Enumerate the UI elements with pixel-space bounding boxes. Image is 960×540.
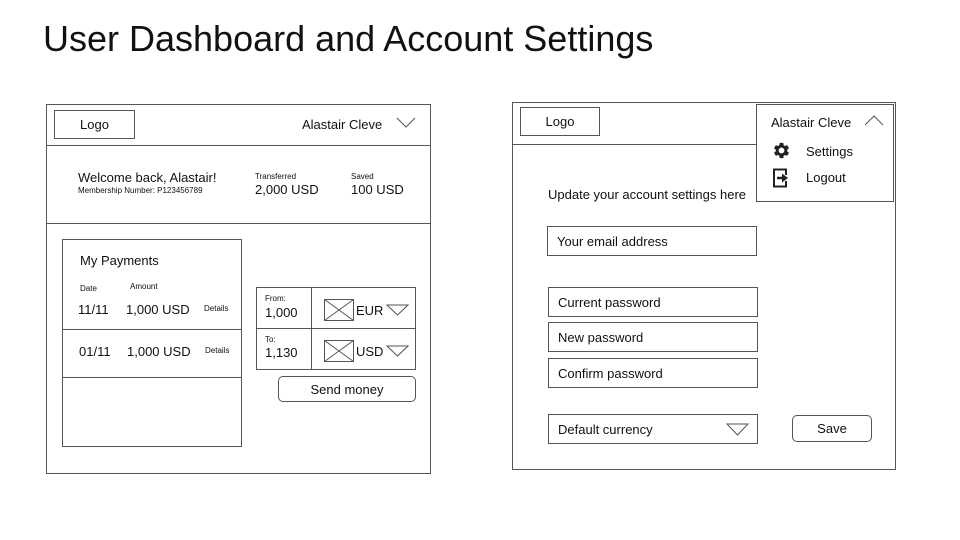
gear-icon: [774, 142, 789, 159]
converter-column-divider: [311, 287, 312, 370]
payments-panel: [62, 239, 242, 447]
default-currency-label: Default currency: [558, 421, 653, 437]
dropdown-arrow-icon[interactable]: [726, 423, 749, 436]
chevron-down-icon[interactable]: [396, 117, 416, 129]
payment-details-link[interactable]: Details: [204, 304, 228, 313]
from-amount-input[interactable]: 1,000: [265, 305, 298, 320]
welcome-text: Welcome back, Alastair!: [78, 170, 217, 185]
settings-heading: Update your account settings here: [548, 187, 747, 202]
flag-placeholder-icon: [324, 340, 354, 362]
welcome-divider: [46, 223, 431, 224]
payment-amount: 1,000 USD: [126, 302, 190, 317]
flag-placeholder-icon: [324, 299, 354, 321]
payments-title: My Payments: [80, 253, 159, 268]
menu-item-logout[interactable]: Logout: [806, 170, 846, 185]
current-password-field[interactable]: Current password: [548, 287, 758, 317]
dashboard-user-name[interactable]: Alastair Cleve: [302, 117, 382, 132]
amount-column-header: Amount: [130, 282, 158, 291]
page-title: User Dashboard and Account Settings: [43, 18, 654, 59]
to-label: To:: [265, 335, 276, 344]
saved-value: 100 USD: [351, 182, 404, 197]
chevron-up-icon[interactable]: [864, 114, 884, 126]
header-divider: [512, 144, 756, 145]
payment-details-link[interactable]: Details: [205, 346, 229, 355]
dashboard-logo[interactable]: Logo: [54, 110, 135, 139]
email-field[interactable]: Your email address: [547, 226, 757, 256]
transferred-label: Transferred: [255, 172, 297, 181]
from-currency-select[interactable]: EUR: [356, 303, 383, 318]
header-divider: [46, 145, 431, 146]
menu-item-settings[interactable]: Settings: [806, 144, 853, 159]
transferred-value: 2,000 USD: [255, 182, 319, 197]
payment-amount: 1,000 USD: [127, 344, 191, 359]
date-column-header: Date: [80, 284, 97, 293]
converter-divider: [256, 328, 416, 329]
logout-icon: [773, 168, 788, 188]
dropdown-arrow-icon[interactable]: [386, 345, 409, 357]
membership-number: Membership Number: P123456789: [78, 186, 203, 195]
save-button[interactable]: Save: [792, 415, 872, 442]
payments-row-divider: [62, 329, 242, 330]
settings-user-name[interactable]: Alastair Cleve: [771, 115, 851, 130]
payment-date: 11/11: [78, 302, 109, 317]
new-password-field[interactable]: New password: [548, 322, 758, 352]
to-amount-output: 1,130: [265, 345, 298, 360]
saved-label: Saved: [351, 172, 374, 181]
from-label: From:: [265, 294, 286, 303]
payments-row-divider: [62, 377, 242, 378]
to-currency-select[interactable]: USD: [356, 344, 383, 359]
settings-logo[interactable]: Logo: [520, 107, 600, 136]
dropdown-arrow-icon[interactable]: [386, 304, 409, 316]
confirm-password-field[interactable]: Confirm password: [548, 358, 758, 388]
payment-date: 01/11: [79, 344, 111, 359]
send-money-button[interactable]: Send money: [278, 376, 416, 402]
